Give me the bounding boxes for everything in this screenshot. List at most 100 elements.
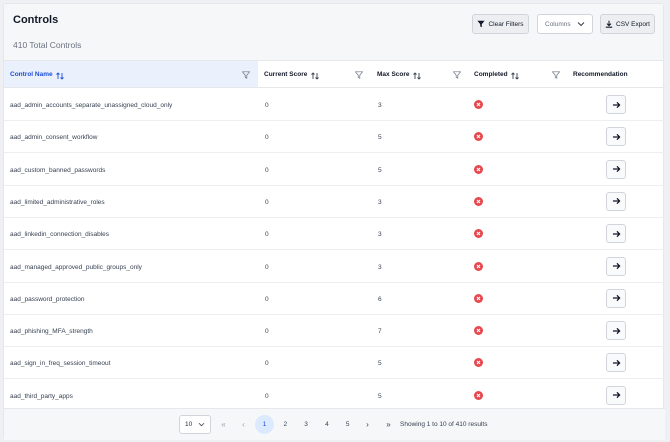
- first-page-button[interactable]: «: [214, 415, 233, 434]
- chevron-down-icon: [198, 422, 205, 427]
- max-score-cell: 3: [378, 102, 382, 109]
- chevron-right-icon: ›: [366, 420, 369, 429]
- arrow-right-icon: [612, 101, 620, 108]
- recommendation-button[interactable]: [606, 159, 626, 179]
- table-row: aad_phishing_MFA_strength 0 7: [4, 315, 665, 348]
- max-score-cell: 5: [378, 166, 382, 174]
- current-score-cell: 0: [265, 134, 269, 142]
- clear-filters-button[interactable]: Clear Filters: [472, 14, 529, 34]
- columns-select[interactable]: Columns: [537, 14, 593, 34]
- max-score-cell: 3: [378, 198, 382, 206]
- current-score-cell: 0: [265, 231, 269, 239]
- current-score-cell: 0: [265, 295, 269, 303]
- control-name-cell: aad_admin_consent_workflow: [10, 134, 98, 142]
- max-score-cell: 7: [378, 328, 382, 336]
- arrow-right-icon: [612, 133, 620, 140]
- max-score-cell: 5: [378, 360, 382, 368]
- recommendation-button[interactable]: [606, 191, 626, 211]
- control-name-cell: aad_custom_banned_passwords: [10, 166, 106, 174]
- recommendation-button[interactable]: [606, 385, 626, 405]
- filter-icon[interactable]: [242, 71, 250, 79]
- incomplete-status-icon: [474, 293, 483, 303]
- control-name-cell: aad_phishing_MFA_strength: [10, 328, 93, 336]
- prev-page-button[interactable]: ‹: [234, 415, 253, 434]
- pagination-bar: 10 « ‹ 12345 › » Showing 1 to 10 of 410 …: [4, 408, 665, 440]
- table-row: aad_linkedin_connection_disables 0 3: [4, 218, 665, 251]
- column-header-completed[interactable]: Completed: [468, 61, 567, 88]
- max-score-cell: 3: [378, 231, 382, 239]
- recommendation-button[interactable]: [606, 95, 626, 114]
- filter-icon[interactable]: [453, 71, 461, 79]
- recommendation-button[interactable]: [606, 127, 626, 147]
- incomplete-status-icon: [474, 132, 483, 142]
- page-4-button[interactable]: 4: [317, 415, 336, 434]
- recommendation-button[interactable]: [606, 224, 626, 244]
- max-score-cell: 5: [378, 134, 382, 142]
- incomplete-status-icon: [474, 164, 483, 174]
- incomplete-status-icon: [474, 261, 483, 271]
- table-row: aad_sign_in_freq_session_timeout 0 5: [4, 347, 665, 380]
- sort-icon[interactable]: [311, 72, 320, 80]
- column-label-control-name: Control Name: [10, 70, 53, 78]
- arrow-right-icon: [612, 198, 620, 205]
- max-score-cell: 3: [378, 263, 382, 271]
- incomplete-status-icon: [474, 100, 483, 109]
- results-summary: Showing 1 to 10 of 410 results: [400, 421, 488, 428]
- table-row: aad_managed_approved_public_groups_only 0…: [4, 251, 665, 283]
- column-header-current-score[interactable]: Current Score: [258, 61, 371, 88]
- sort-icon[interactable]: [56, 72, 65, 80]
- current-score-cell: 0: [265, 263, 269, 271]
- page-1-button[interactable]: 1: [255, 415, 274, 434]
- last-page-button[interactable]: »: [379, 415, 398, 434]
- max-score-cell: 5: [378, 392, 382, 400]
- recommendation-button[interactable]: [606, 321, 626, 341]
- sort-icon[interactable]: [511, 72, 520, 80]
- column-header-max-score[interactable]: Max Score: [371, 61, 468, 88]
- table-row: aad_admin_accounts_separate_unassigned_c…: [4, 89, 665, 121]
- column-label-completed: Completed: [474, 70, 508, 78]
- sort-icon[interactable]: [413, 72, 422, 80]
- recommendation-button[interactable]: [606, 353, 626, 373]
- incomplete-status-icon: [474, 390, 483, 400]
- arrow-right-icon: [612, 327, 620, 334]
- column-label-max-score: Max Score: [377, 70, 410, 78]
- control-name-cell: aad_third_party_apps: [10, 392, 73, 400]
- table-row: aad_admin_consent_workflow 0 5: [4, 121, 665, 154]
- table-row: aad_third_party_apps 0 5: [4, 380, 665, 412]
- incomplete-status-icon: [474, 229, 483, 239]
- control-name-cell: aad_password_protection: [10, 295, 85, 303]
- current-score-cell: 0: [265, 102, 269, 109]
- filter-icon[interactable]: [355, 71, 363, 79]
- double-chevron-left-icon: «: [221, 420, 226, 429]
- control-name-cell: aad_admin_accounts_separate_unassigned_c…: [10, 102, 173, 109]
- arrow-right-icon: [612, 262, 620, 270]
- chevron-down-icon: [577, 22, 585, 27]
- download-icon: [605, 20, 613, 28]
- clear-filters-label: Clear Filters: [488, 20, 524, 28]
- control-name-cell: aad_linkedin_connection_disables: [10, 231, 110, 239]
- current-score-cell: 0: [265, 198, 269, 206]
- page-5-button[interactable]: 5: [338, 415, 357, 434]
- arrow-right-icon: [612, 359, 620, 366]
- filter-icon[interactable]: [552, 71, 560, 79]
- next-page-button[interactable]: ›: [358, 415, 377, 434]
- recommendation-button[interactable]: [606, 288, 626, 308]
- current-score-cell: 0: [265, 328, 269, 336]
- csv-export-button[interactable]: CSV Export: [600, 14, 655, 34]
- arrow-right-icon: [612, 392, 620, 399]
- panel-header: Controls 410 Total Controls Clear Filter…: [4, 4, 663, 61]
- table-row: aad_limited_administrative_roles 0 3: [4, 186, 665, 218]
- column-label-current-score: Current Score: [264, 70, 308, 78]
- page-size-select[interactable]: 10: [179, 415, 211, 434]
- recommendation-button[interactable]: [606, 256, 626, 276]
- incomplete-status-icon: [474, 196, 483, 206]
- page-3-button[interactable]: 3: [297, 415, 316, 434]
- incomplete-status-icon: [474, 326, 483, 336]
- arrow-right-icon: [612, 295, 620, 302]
- incomplete-status-icon: [474, 358, 483, 368]
- current-score-cell: 0: [265, 360, 269, 368]
- page-2-button[interactable]: 2: [276, 415, 295, 434]
- control-name-cell: aad_sign_in_freq_session_timeout: [10, 360, 111, 368]
- column-header-control-name[interactable]: Control Name: [4, 61, 258, 88]
- page-title: Controls: [13, 14, 59, 26]
